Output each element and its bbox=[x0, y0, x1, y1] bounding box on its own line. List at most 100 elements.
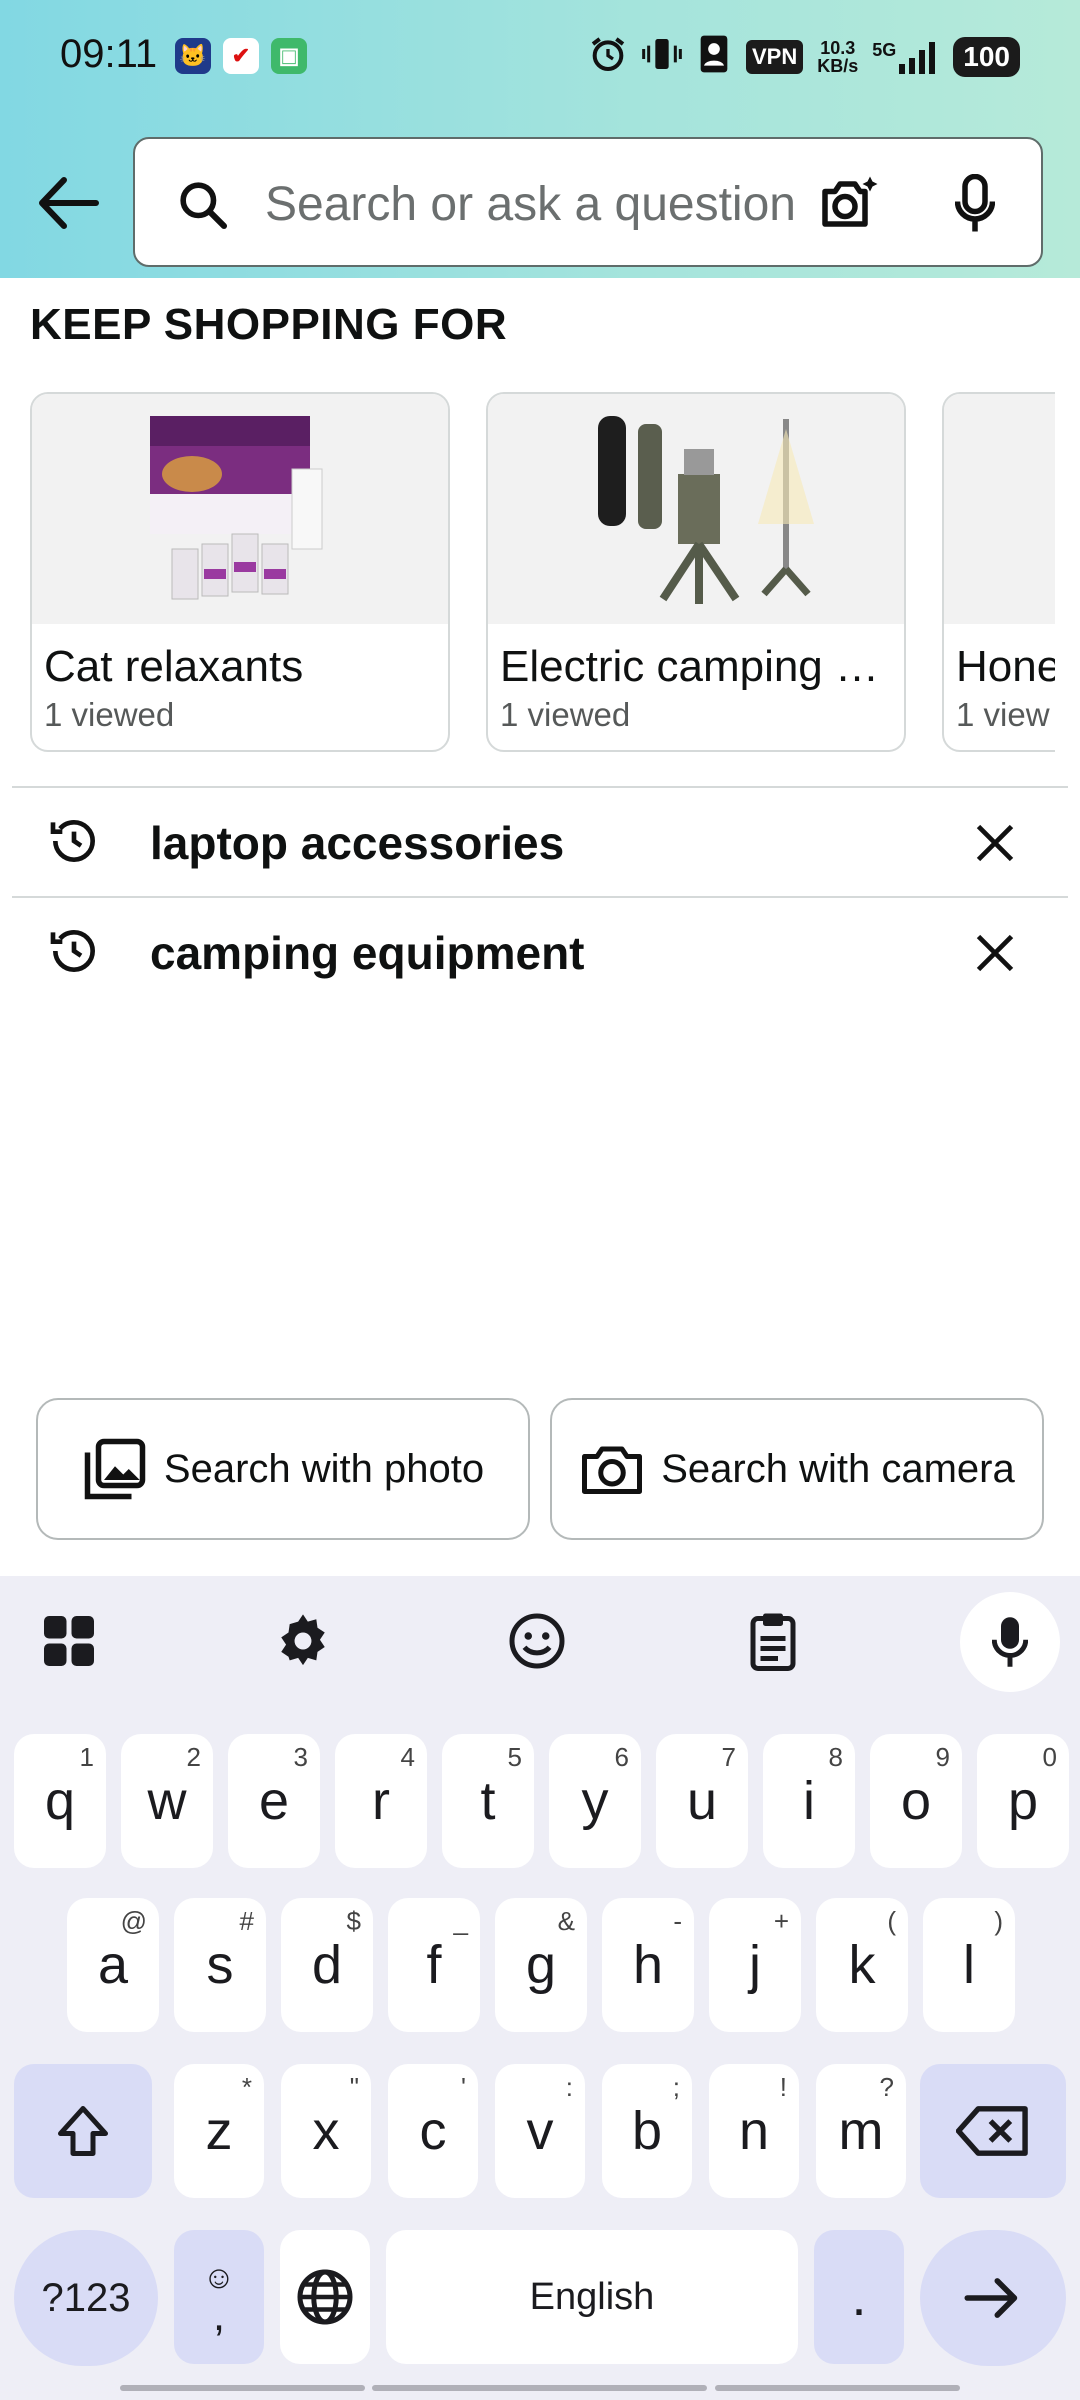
arrow-right-icon bbox=[964, 2278, 1018, 2318]
gear-icon bbox=[281, 1614, 325, 1666]
key-label: o bbox=[900, 1771, 932, 1831]
key-label: m bbox=[838, 2101, 884, 2161]
back-arrow-button[interactable] bbox=[30, 165, 106, 241]
key-secondary-label: & bbox=[557, 1906, 575, 1936]
key-secondary-label: - bbox=[673, 1906, 682, 1936]
close-icon bbox=[976, 934, 1014, 972]
keep-shopping-card[interactable]: Electric camping … 1 viewed bbox=[486, 392, 906, 752]
key-label: q bbox=[44, 1771, 76, 1831]
key-label: c bbox=[419, 2101, 447, 2161]
search-with-photo-button[interactable]: Search with photo bbox=[36, 1398, 530, 1540]
key-secondary-label: 7 bbox=[721, 1742, 736, 1772]
key-label: w bbox=[147, 1771, 187, 1831]
key-d[interactable]: $ d bbox=[281, 1898, 373, 2032]
camera-icon bbox=[582, 1446, 643, 1494]
key-secondary-label: 9 bbox=[935, 1742, 950, 1772]
key-c[interactable]: ' c bbox=[388, 2064, 478, 2198]
speed-unit: KB/s bbox=[817, 55, 859, 76]
microphone-icon bbox=[992, 1617, 1028, 1667]
key-o[interactable]: 9o bbox=[870, 1734, 962, 1868]
key-secondary-label: 8 bbox=[828, 1742, 843, 1772]
key-label: x bbox=[312, 2101, 340, 2161]
key-secondary-label: 5 bbox=[507, 1742, 522, 1772]
backspace-key[interactable] bbox=[920, 2064, 1066, 2198]
emoji-button[interactable] bbox=[502, 1606, 572, 1676]
search-with-camera-label: Search with camera bbox=[661, 1446, 1015, 1491]
key-label: a bbox=[97, 1935, 129, 1995]
keyboard-settings-button[interactable] bbox=[268, 1606, 338, 1676]
key-x[interactable]: " x bbox=[281, 2064, 371, 2198]
emoji-comma-key[interactable]: ☺ , bbox=[174, 2230, 264, 2364]
enter-key[interactable] bbox=[920, 2230, 1066, 2366]
key-m[interactable]: ? m bbox=[816, 2064, 906, 2198]
symbols-key[interactable]: ?123 bbox=[14, 2230, 158, 2366]
grid-icon bbox=[44, 1616, 94, 1666]
shift-key[interactable] bbox=[14, 2064, 152, 2198]
key-y[interactable]: 6y bbox=[549, 1734, 641, 1868]
language-key[interactable] bbox=[280, 2230, 370, 2364]
key-a[interactable]: @ a bbox=[67, 1898, 159, 2032]
search-bar[interactable] bbox=[133, 137, 1043, 267]
key-label: s bbox=[206, 1935, 234, 1995]
remove-history-button[interactable] bbox=[960, 808, 1030, 878]
key-secondary-label: 6 bbox=[614, 1742, 629, 1772]
key-w[interactable]: 2w bbox=[121, 1734, 213, 1868]
key-k[interactable]: (k bbox=[816, 1898, 908, 2032]
key-g[interactable]: & g bbox=[495, 1898, 587, 2032]
key-b[interactable]: ; b bbox=[602, 2064, 692, 2198]
search-input[interactable] bbox=[265, 169, 825, 239]
search-history-item[interactable]: laptop accessories bbox=[0, 788, 1080, 898]
card-title: Electric camping … bbox=[500, 642, 880, 691]
status-right: VPN 10.3 KB/s 5G 100 bbox=[588, 34, 1020, 79]
gesture-bar bbox=[715, 2385, 960, 2391]
key-label: d bbox=[311, 1935, 343, 1995]
key-r[interactable]: 4r bbox=[335, 1734, 427, 1868]
keep-shopping-card[interactable]: Cat relaxants 1 viewed bbox=[30, 392, 450, 752]
key-j[interactable]: + j bbox=[709, 1898, 801, 2032]
key-secondary-label: $ bbox=[346, 1906, 361, 1936]
key-e[interactable]: 3e bbox=[228, 1734, 320, 1868]
key-label: i bbox=[803, 1771, 815, 1831]
key-label: p bbox=[1007, 1771, 1039, 1831]
key-p[interactable]: 0p bbox=[977, 1734, 1069, 1868]
key-t[interactable]: 5t bbox=[442, 1734, 534, 1868]
key-i[interactable]: 8i bbox=[763, 1734, 855, 1868]
remove-history-button[interactable] bbox=[960, 918, 1030, 988]
key-s[interactable]: # s bbox=[174, 1898, 266, 2032]
key-q[interactable]: 1q bbox=[14, 1734, 106, 1868]
key-v[interactable]: :v bbox=[495, 2064, 585, 2198]
search-history-item[interactable]: camping equipment bbox=[0, 898, 1080, 1008]
key-label: t bbox=[480, 1771, 496, 1831]
key-l[interactable]: ) l bbox=[923, 1898, 1015, 2032]
key-secondary-label: ; bbox=[672, 2072, 680, 2102]
gallery-icon bbox=[84, 1438, 146, 1500]
key-secondary-label: ' bbox=[461, 2072, 466, 2102]
app-notification-icon: ▣ bbox=[271, 38, 307, 74]
notification-icons: 🐱 ✔ ▣ bbox=[175, 38, 307, 74]
camera-lens-button[interactable] bbox=[810, 169, 890, 239]
apps-grid-button[interactable] bbox=[34, 1606, 104, 1676]
card-title: Hone bbox=[956, 642, 1055, 691]
back-arrow-icon bbox=[39, 177, 99, 229]
battery-indicator: 100 bbox=[953, 36, 1020, 77]
card-subtitle: 1 viewed bbox=[44, 696, 175, 733]
header: 09:11 🐱 ✔ ▣ VPN 10.3 KB/s 5G 100 bbox=[0, 0, 1080, 278]
period-key[interactable]: . bbox=[814, 2230, 904, 2364]
card-subtitle: 1 viewed bbox=[500, 696, 631, 733]
comma-label: , bbox=[212, 2290, 226, 2340]
key-secondary-label: * bbox=[241, 2072, 252, 2102]
key-label: k bbox=[848, 1935, 876, 1995]
key-n[interactable]: ! n bbox=[709, 2064, 799, 2198]
keep-shopping-carousel[interactable]: Cat relaxants 1 viewed Electric camping … bbox=[30, 392, 1055, 754]
keyboard-voice-button[interactable] bbox=[960, 1592, 1060, 1692]
clipboard-button[interactable] bbox=[738, 1606, 808, 1676]
voice-search-button[interactable] bbox=[935, 169, 1015, 239]
key-z[interactable]: * z bbox=[174, 2064, 264, 2198]
keep-shopping-card[interactable]: Hone 1 view bbox=[942, 392, 1055, 752]
key-f[interactable]: _ f bbox=[388, 1898, 480, 2032]
search-with-camera-button[interactable]: Search with camera bbox=[550, 1398, 1044, 1540]
space-key[interactable]: English bbox=[386, 2230, 798, 2364]
status-bar: 09:11 🐱 ✔ ▣ VPN 10.3 KB/s 5G 100 bbox=[0, 22, 1080, 92]
key-u[interactable]: 7u bbox=[656, 1734, 748, 1868]
key-h[interactable]: -h bbox=[602, 1898, 694, 2032]
